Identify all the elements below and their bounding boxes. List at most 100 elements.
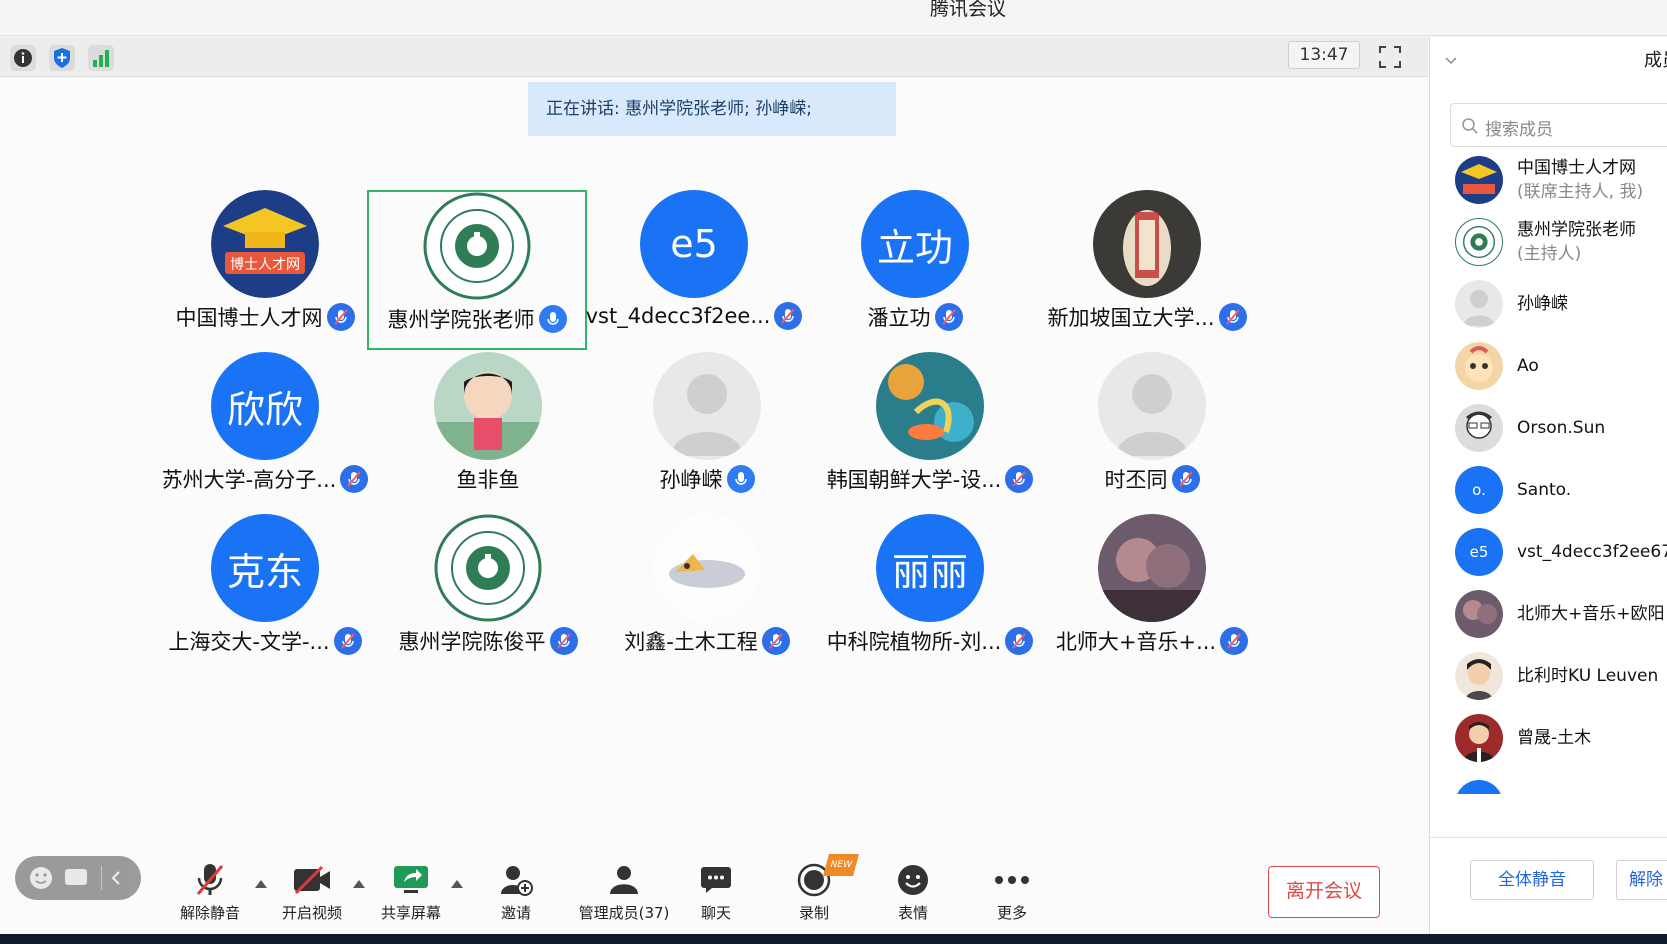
bottom-toolbar: 解除静音 开启视频 共享屏幕 邀请 管理成员(37) 聊天 录制 NEW 表情 … (0, 838, 1428, 934)
member-item[interactable]: Ao (1455, 336, 1667, 396)
member-name: 惠州学院张老师 (1517, 220, 1636, 240)
chat-icon (666, 860, 766, 900)
participant-name: 惠州学院张老师 (387, 308, 535, 332)
chat-button[interactable]: 聊天 (666, 860, 766, 930)
participant-tile[interactable]: 北师大+音乐+... (1042, 506, 1262, 666)
chevron-down-icon[interactable] (1444, 51, 1458, 70)
shield-icon[interactable] (49, 45, 75, 71)
avatar (1455, 590, 1503, 638)
member-name: Santo. (1517, 480, 1572, 500)
share-screen-button[interactable]: 共享屏幕 (361, 860, 461, 930)
mic-muted-icon (934, 303, 963, 331)
participant-name: 刘鑫-土木工程 (624, 630, 758, 654)
participant-tile[interactable]: 立功 潘立功 (805, 182, 1025, 342)
participant-tile-active[interactable]: 惠州学院张老师 (367, 190, 587, 350)
record-button[interactable]: 录制 NEW (764, 854, 864, 930)
meeting-clock: 13:47 (1288, 41, 1360, 69)
invite-button[interactable]: 邀请 (466, 860, 566, 930)
participant-tile[interactable]: 刘鑫-土木工程 (597, 506, 817, 666)
members-panel: 成员 搜索成员 中国博士人才网 (联席主持人, 我) 惠州学院张老师 (主持人) 孙… (1429, 37, 1667, 934)
unmute-button[interactable]: 解除静音 (160, 860, 260, 930)
participant-tile[interactable]: 惠州学院陈俊平 (378, 506, 598, 666)
avatar-default (1098, 352, 1206, 460)
members-panel-header: 成员 (1430, 37, 1667, 77)
avatar: 克东 (211, 514, 319, 622)
share-screen-icon (361, 860, 461, 900)
member-name: Ao (1517, 356, 1539, 376)
member-item-partial (1455, 780, 1503, 794)
participant-tile[interactable]: 孙峥嵘 (597, 344, 817, 504)
member-name: vst_4decc3f2ee67 (1517, 542, 1667, 562)
member-item[interactable]: 比利时KU Leuven (1455, 646, 1667, 706)
member-role: (联席主持人, 我) (1517, 182, 1644, 202)
member-item[interactable]: o. Santo. (1455, 460, 1667, 520)
search-icon (1462, 118, 1478, 134)
participant-name: 北师大+音乐+... (1055, 630, 1217, 654)
mic-muted-icon (1171, 465, 1200, 493)
member-name: 中国博士人才网 (1517, 158, 1636, 178)
member-item[interactable]: 中国博士人才网 (联席主持人, 我) (1455, 150, 1667, 210)
taskbar-strip (0, 934, 1667, 944)
new-badge: NEW (823, 854, 859, 876)
member-item[interactable]: e5 vst_4decc3f2ee67 (1455, 522, 1667, 582)
unmute-all-button[interactable]: 解除 (1616, 860, 1667, 900)
video-off-icon (262, 860, 362, 900)
participant-name: 韩国朝鲜大学-设... (826, 468, 1002, 492)
member-item[interactable]: 惠州学院张老师 (主持人) (1455, 212, 1667, 272)
participant-name: 中国博士人才网 (175, 306, 323, 330)
members-panel-footer: 全体静音 解除 (1430, 837, 1667, 934)
participant-name: 新加坡国立大学... (1047, 306, 1215, 330)
participant-tile[interactable]: 鱼非鱼 (378, 344, 598, 504)
info-icon[interactable] (10, 45, 36, 71)
participant-tile[interactable]: 博士人才网 中国博士人才网 (155, 182, 375, 342)
member-name: 比利时KU Leuven (1517, 666, 1659, 686)
member-role: (主持人) (1517, 244, 1582, 264)
app-title: 腾讯会议 (930, 0, 1007, 20)
participant-tile[interactable]: e5 vst_4decc3f2ee... (584, 182, 804, 342)
svg-text:博士人才网: 博士人才网 (230, 256, 300, 273)
leave-meeting-button[interactable]: 离开会议 (1268, 866, 1380, 918)
member-item[interactable]: 北师大+音乐+欧阳 (1455, 584, 1667, 644)
member-item[interactable]: 孙峥嵘 (1455, 274, 1667, 334)
avatar: e5 (1455, 528, 1503, 576)
avatar (434, 352, 542, 460)
avatar (1455, 342, 1503, 390)
members-panel-title: 成员 (1644, 50, 1667, 71)
member-name: 曾晟-土木 (1517, 728, 1592, 748)
avatar-default (653, 352, 761, 460)
member-item[interactable]: 曾晟-土木 (1455, 708, 1667, 768)
reaction-button[interactable]: 表情 (863, 860, 963, 930)
avatar (1455, 404, 1503, 452)
avatar: e5 (640, 190, 748, 298)
participant-tile[interactable]: 时丕同 (1042, 344, 1262, 504)
share-options-caret[interactable] (451, 880, 463, 888)
mic-on-icon (538, 305, 567, 333)
emoji-icon (863, 860, 963, 900)
participant-tile[interactable]: 丽丽 中科院植物所-刘... (820, 506, 1040, 666)
avatar: 立功 (861, 190, 969, 298)
participant-name: 中科院植物所-刘... (826, 630, 1002, 654)
participant-tile[interactable]: 新加坡国立大学... (1037, 182, 1257, 342)
meeting-topbar: 13:47 (0, 37, 1428, 77)
avatar: 欣欣 (211, 352, 319, 460)
participant-tile[interactable]: 欣欣 苏州大学-高分子... (155, 344, 375, 504)
member-search-input[interactable]: 搜索成员 (1450, 103, 1667, 147)
avatar (1093, 190, 1201, 298)
mic-muted-icon (160, 860, 260, 900)
mute-all-button[interactable]: 全体静音 (1470, 860, 1594, 900)
more-button[interactable]: 更多 (962, 860, 1062, 930)
avatar (1098, 514, 1206, 622)
member-name: 孙峥嵘 (1517, 294, 1568, 314)
signal-icon[interactable] (88, 45, 114, 71)
member-item[interactable]: Orson.Sun (1455, 398, 1667, 458)
start-video-button[interactable]: 开启视频 (262, 860, 362, 930)
participant-name: 惠州学院陈俊平 (398, 630, 546, 654)
video-grid-area: 正在讲话: 惠州学院张老师; 孙峥嵘; 博士人才网 中国博士人才网 惠州学院张老… (0, 78, 1428, 934)
participant-tile[interactable]: 克东 上海交大-文学-... (155, 506, 375, 666)
mic-on-icon (726, 465, 755, 493)
participant-tile[interactable]: 韩国朝鲜大学-设... (820, 344, 1040, 504)
participant-name: 孙峥嵘 (659, 468, 723, 492)
title-bar: 腾讯会议 (0, 0, 1667, 36)
fullscreen-icon[interactable] (1378, 45, 1402, 69)
avatar: 丽丽 (876, 514, 984, 622)
